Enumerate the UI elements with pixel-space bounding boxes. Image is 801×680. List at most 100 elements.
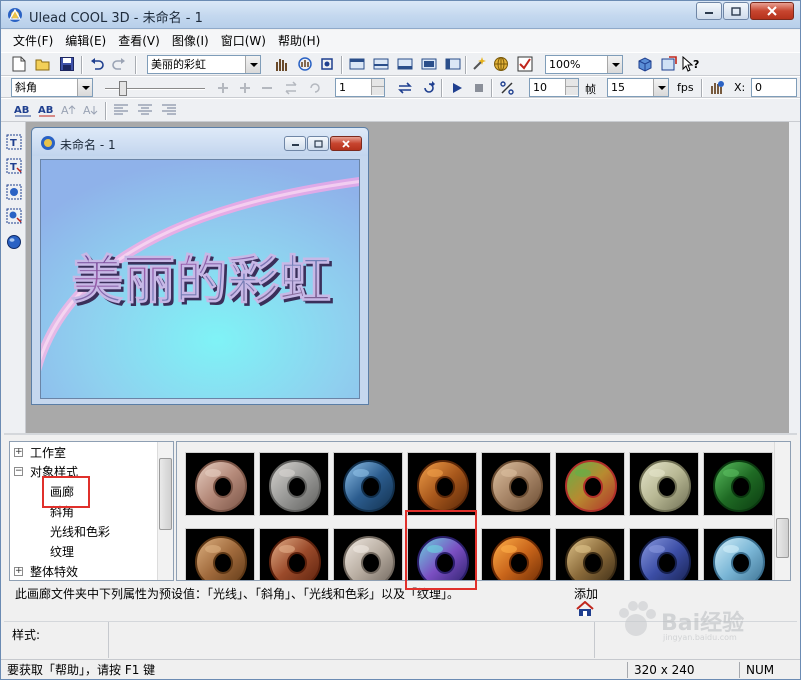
line-spacing-button[interactable]: AB (37, 100, 57, 120)
add-point-button[interactable] (213, 78, 233, 98)
spin-down-icon[interactable] (565, 87, 578, 95)
loop-button[interactable] (305, 78, 325, 98)
draft-mode-button[interactable] (515, 54, 535, 74)
chevron-down-icon[interactable] (653, 79, 668, 96)
position-tool-button[interactable] (707, 78, 727, 98)
slider-thumb[interactable] (119, 81, 127, 96)
gallery-thumbnail[interactable] (481, 528, 551, 580)
decrease-size-button[interactable]: A (81, 100, 101, 120)
layout-2-button[interactable] (371, 54, 391, 74)
chevron-down-icon[interactable] (77, 79, 92, 96)
close-button[interactable] (750, 2, 794, 20)
render-canvas[interactable]: 美丽的彩虹 美丽的彩虹 (40, 159, 360, 399)
play-button[interactable] (447, 78, 467, 98)
spin-down-icon[interactable] (371, 87, 384, 95)
gallery-thumbnail[interactable] (703, 528, 773, 580)
insert-geometric-button[interactable] (4, 232, 24, 252)
gallery-thumbnail[interactable] (259, 452, 329, 516)
gallery-thumbnail[interactable] (629, 528, 699, 580)
layout-3-button[interactable] (395, 54, 415, 74)
layout-4-button[interactable] (419, 54, 439, 74)
edit-shape-button[interactable] (4, 206, 24, 226)
current-frame-spinner[interactable]: 1 (335, 78, 385, 97)
total-frames-spinner[interactable]: 10 (529, 78, 579, 97)
spin-up-icon[interactable] (371, 79, 384, 87)
align-right-button[interactable] (159, 100, 179, 120)
new-button[interactable] (9, 54, 29, 74)
add-to-gallery-button[interactable]: 添加 (574, 583, 614, 623)
gallery-scrollbar[interactable] (774, 442, 790, 580)
edit-text-button[interactable]: T (4, 156, 24, 176)
open-button[interactable] (33, 54, 53, 74)
scrollbar-thumb[interactable] (159, 458, 172, 530)
document-title-bar[interactable]: 未命名 - 1 (32, 128, 368, 156)
tree-item-light-color[interactable]: 光线和色彩 (50, 522, 110, 542)
tree-scrollbar[interactable] (157, 442, 173, 580)
menu-image[interactable]: 图像(I) (166, 30, 215, 52)
zoom-combo[interactable]: 100% (545, 55, 623, 74)
gallery-thumbnail[interactable] (481, 452, 551, 516)
text-object-combo[interactable]: 美丽的彩虹 (147, 55, 261, 74)
bevel-slider[interactable] (105, 81, 205, 97)
collapse-icon[interactable]: − (14, 467, 23, 476)
gallery-thumbnail[interactable] (333, 528, 403, 580)
add-keyframe-button[interactable] (235, 78, 255, 98)
insert-text-button[interactable]: T (4, 132, 24, 152)
chevron-down-icon[interactable] (245, 56, 260, 73)
gallery-thumbnail[interactable] (629, 452, 699, 516)
reverse-button[interactable] (281, 78, 301, 98)
frame-rate-button[interactable] (497, 78, 517, 98)
gallery-thumbnail[interactable] (703, 452, 773, 516)
size-object-button[interactable] (317, 54, 337, 74)
web-button[interactable] (491, 54, 511, 74)
tree-item-texture[interactable]: 纹理 (50, 542, 74, 562)
menu-view[interactable]: 查看(V) (112, 30, 166, 52)
menu-window[interactable]: 窗口(W) (215, 30, 272, 52)
scrollbar-thumb[interactable] (776, 518, 789, 558)
edit-shape-icon (6, 208, 22, 224)
layout-1-button[interactable] (347, 54, 367, 74)
export-button[interactable] (659, 54, 679, 74)
mode-combo[interactable]: 斜角 (11, 78, 93, 97)
menu-file[interactable]: 文件(F) (7, 30, 59, 52)
chevron-down-icon[interactable] (607, 56, 622, 73)
layout-5-button[interactable] (443, 54, 463, 74)
spin-up-icon[interactable] (565, 79, 578, 87)
align-center-button[interactable] (135, 100, 155, 120)
repeat-button[interactable] (419, 78, 439, 98)
expand-icon[interactable]: + (14, 567, 23, 576)
ping-pong-button[interactable] (395, 78, 415, 98)
x-position-input[interactable]: 0 (751, 78, 797, 97)
redo-button[interactable] (109, 54, 129, 74)
character-spacing-button[interactable]: AB (13, 100, 33, 120)
save-button[interactable] (57, 54, 77, 74)
ring-preview-icon (195, 460, 247, 512)
undo-button[interactable] (87, 54, 107, 74)
plugin-button[interactable] (469, 54, 489, 74)
stop-button[interactable] (469, 78, 489, 98)
align-left-button[interactable] (111, 100, 131, 120)
rotate-object-button[interactable] (295, 54, 315, 74)
doc-close-button[interactable] (330, 136, 362, 151)
menu-edit[interactable]: 编辑(E) (59, 30, 112, 52)
move-object-button[interactable] (271, 54, 291, 74)
gallery-thumbnail[interactable] (407, 452, 477, 516)
gallery-thumbnail[interactable] (259, 528, 329, 580)
gallery-thumbnail[interactable] (185, 452, 255, 516)
remove-keyframe-button[interactable] (257, 78, 277, 98)
doc-maximize-button[interactable] (307, 136, 329, 151)
gallery-thumbnail[interactable] (185, 528, 255, 580)
insert-shape-button[interactable] (4, 182, 24, 202)
gallery-thumbnail[interactable] (333, 452, 403, 516)
expand-icon[interactable]: + (14, 448, 23, 457)
gallery-thumbnail[interactable] (555, 528, 625, 580)
doc-minimize-button[interactable] (284, 136, 306, 151)
maximize-button[interactable] (723, 2, 749, 20)
menu-help[interactable]: 帮助(H) (272, 30, 326, 52)
gallery-thumbnail[interactable] (555, 452, 625, 516)
object-manager-button[interactable] (635, 54, 655, 74)
context-help-button[interactable]: ? (681, 54, 701, 74)
minimize-button[interactable] (696, 2, 722, 20)
increase-size-button[interactable]: A (59, 100, 79, 120)
fps-combo[interactable]: 15 (607, 78, 669, 97)
